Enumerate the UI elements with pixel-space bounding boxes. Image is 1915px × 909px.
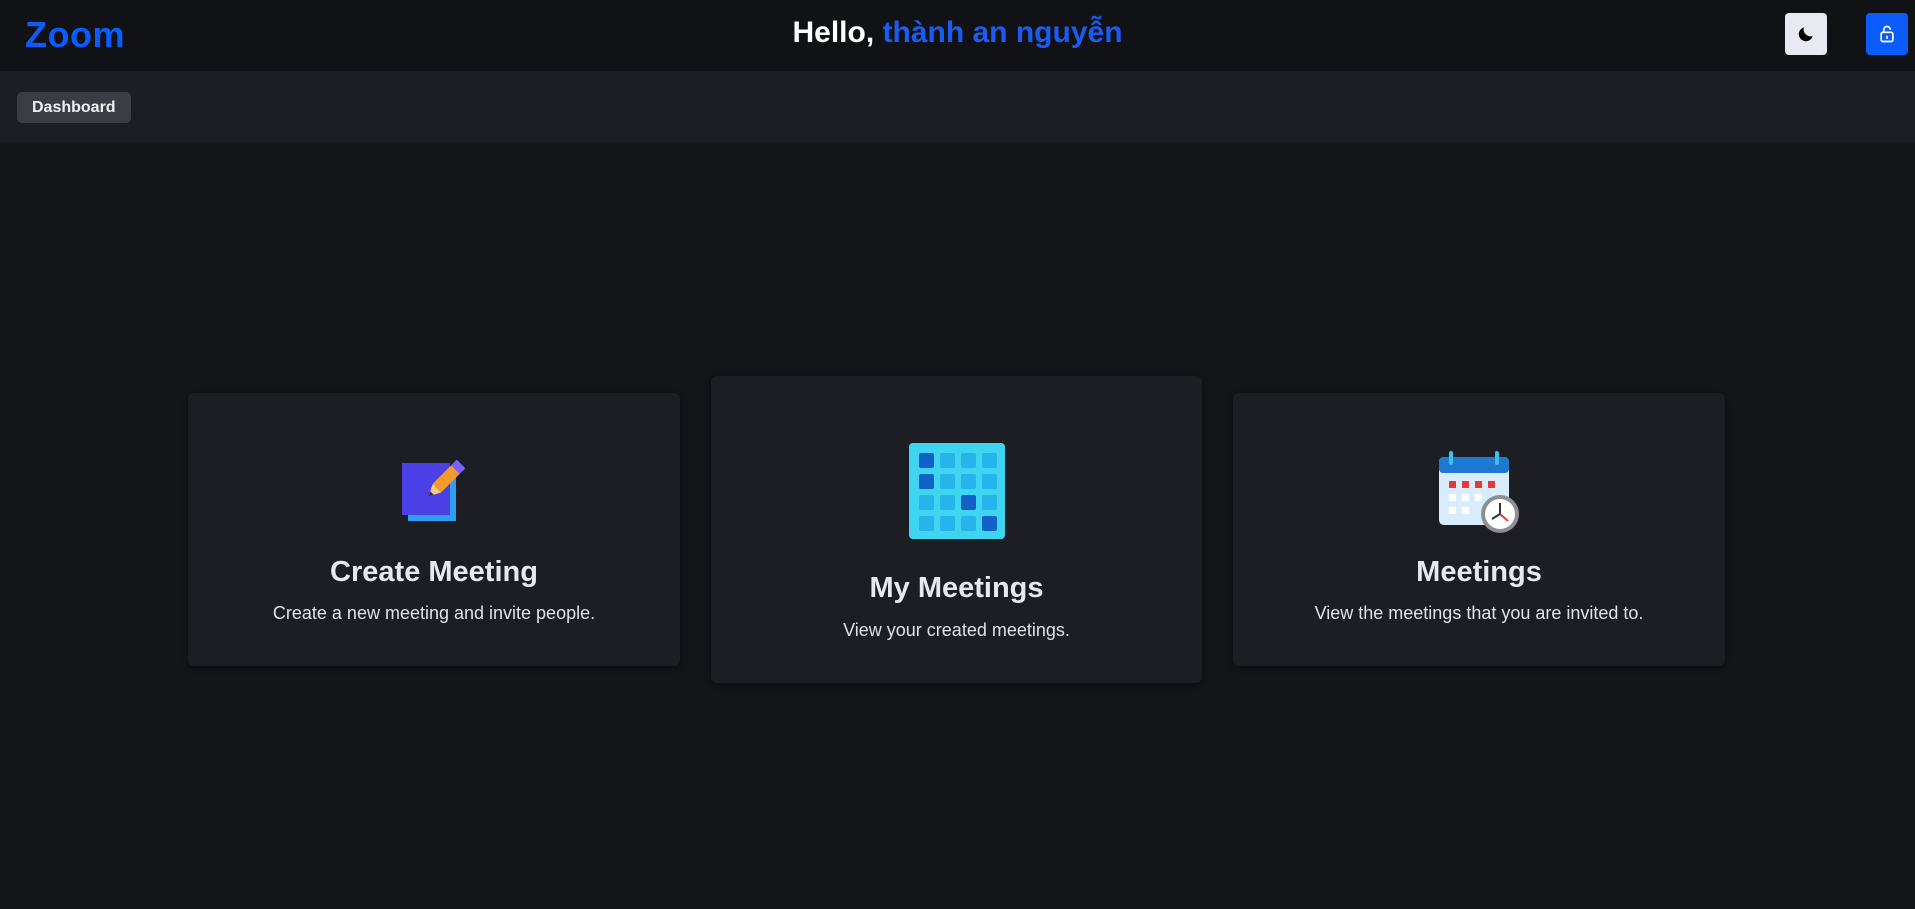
greeting-prefix: Hello,	[792, 16, 875, 49]
card-title: My Meetings	[869, 572, 1044, 604]
calendar-grid-icon	[908, 443, 1005, 539]
user-name: thành an nguyễn	[882, 16, 1123, 49]
breadcrumb-dashboard[interactable]: Dashboard	[17, 92, 131, 123]
logout-button[interactable]	[1866, 13, 1908, 55]
top-navbar: Zoom Hello, thành an nguyễn	[0, 0, 1915, 71]
my-meetings-card[interactable]: My Meetings View your created meetings.	[711, 376, 1202, 683]
moon-icon	[1798, 27, 1813, 42]
card-description: Create a new meeting and invite people.	[272, 603, 596, 623]
card-description: View the meetings that you are invited t…	[1314, 603, 1644, 623]
card-description: View your created meetings.	[843, 620, 1070, 640]
card-title: Create Meeting	[330, 556, 538, 588]
theme-toggle-button[interactable]	[1785, 13, 1827, 55]
breadcrumb-bar: Dashboard	[0, 71, 1915, 144]
create-meeting-card[interactable]: Create Meeting Create a new meeting and …	[188, 393, 680, 666]
greeting: Hello, thành an nguyễn	[0, 16, 1915, 50]
calendar-clock-icon	[1439, 451, 1519, 533]
unlock-icon	[1880, 25, 1894, 43]
meetings-card[interactable]: Meetings View the meetings that you are …	[1233, 393, 1725, 666]
card-title: Meetings	[1416, 556, 1542, 588]
create-meeting-icon	[402, 459, 466, 521]
